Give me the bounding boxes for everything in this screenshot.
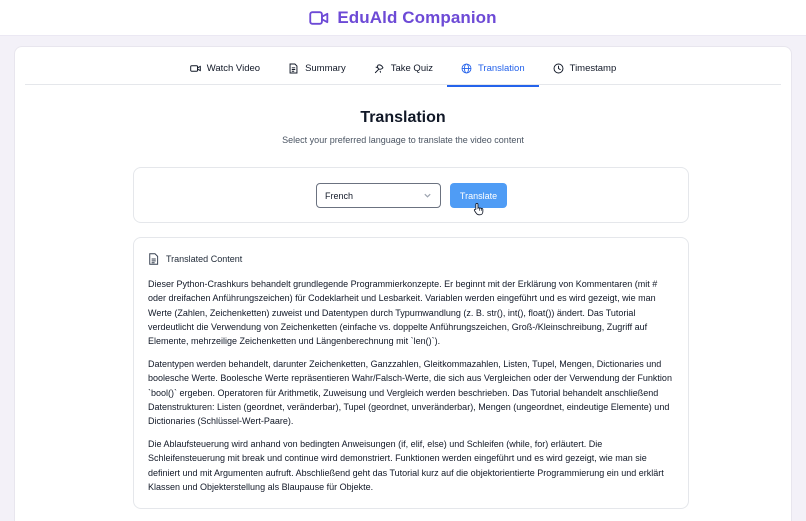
tab-label: Watch Video bbox=[206, 62, 261, 74]
video-camera-icon bbox=[309, 10, 329, 26]
selected-language: French bbox=[325, 190, 354, 201]
translated-paragraph: Die Ablaufsteuerung wird anhand von bedi… bbox=[148, 439, 664, 492]
tab-bar: Watch Video Summary Take Quiz Translatio… bbox=[25, 47, 781, 87]
tab-timestamp[interactable]: Timestamp bbox=[539, 49, 631, 87]
document-icon bbox=[289, 63, 298, 73]
language-select[interactable]: French bbox=[316, 183, 441, 208]
quiz-icon bbox=[374, 63, 384, 73]
brand: EduAld Companion bbox=[309, 7, 497, 28]
translated-paragraph: Dieser Python-Crashkurs behandelt grundl… bbox=[148, 279, 658, 347]
clock-icon bbox=[553, 63, 564, 73]
tab-watch-video[interactable]: Watch Video bbox=[176, 49, 274, 87]
main-card: Watch Video Summary Take Quiz Translatio… bbox=[14, 46, 792, 521]
document-icon bbox=[149, 253, 159, 265]
video-icon bbox=[189, 64, 201, 72]
section-title: Translation bbox=[360, 109, 446, 126]
translated-content-panel: Translated Content Dieser Python-Crashku… bbox=[133, 237, 689, 509]
tab-translation[interactable]: Translation bbox=[446, 49, 539, 87]
tab-label: Summary bbox=[305, 62, 346, 74]
globe-icon bbox=[461, 63, 472, 73]
content-heading: Translated Content bbox=[148, 253, 242, 265]
chevron-down-icon bbox=[424, 193, 431, 198]
app-title: EduAld Companion bbox=[337, 7, 497, 27]
translated-paragraph: Datentypen werden behandelt, darunter Ze… bbox=[148, 359, 672, 427]
language-select-panel: French Translate bbox=[133, 167, 689, 223]
app-header: EduAld Companion bbox=[0, 0, 806, 36]
tab-take-quiz[interactable]: Take Quiz bbox=[360, 49, 447, 87]
content-heading-label: Translated Content bbox=[166, 254, 243, 264]
tab-summary[interactable]: Summary bbox=[274, 49, 360, 87]
hand-pointer-icon bbox=[473, 202, 484, 216]
tab-label: Timestamp bbox=[569, 62, 617, 74]
tab-label: Take Quiz bbox=[390, 62, 433, 74]
tab-label: Translation bbox=[477, 62, 525, 74]
section-subtitle: Select your preferred language to transl… bbox=[282, 135, 524, 145]
